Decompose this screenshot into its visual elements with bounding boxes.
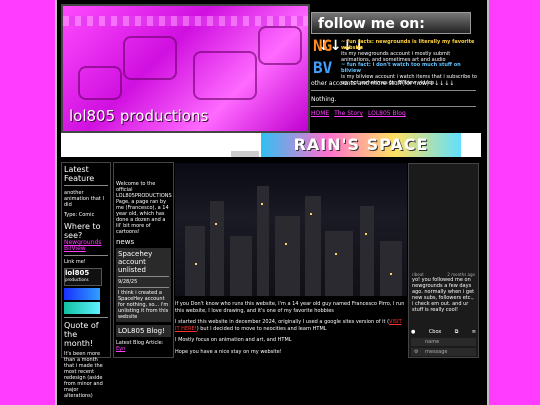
light	[310, 213, 312, 215]
chat-box: ribeat 2 months ago yo! you followed me …	[408, 163, 479, 358]
chat-text: yo! you followed me on newgrounds a few …	[412, 277, 475, 313]
light	[335, 253, 337, 255]
building	[305, 196, 321, 296]
site-button[interactable]: lol805 productions	[64, 268, 102, 286]
intro-p3: I Mostly focus on animation and art, and…	[175, 337, 292, 343]
nav-link-home[interactable]: HOME	[311, 110, 329, 117]
latest-feature-title: Latest Feature	[64, 165, 95, 183]
welcome-text: Welcome to the official LOL805PRODUCTION…	[116, 181, 172, 235]
banner-deco	[258, 26, 302, 65]
newgrounds-fact-title: ~ fun facts: newgrounds is literally my …	[341, 39, 475, 51]
message-field[interactable]: ⚙ message	[411, 348, 476, 356]
blog-card[interactable]: LOL805 Blog!	[116, 325, 171, 337]
name-field[interactable]: name	[411, 338, 476, 346]
cbox-label: Cbox	[428, 328, 442, 335]
light	[195, 263, 197, 265]
nothing-text: Nothing.	[311, 96, 337, 103]
blog-title: LOL805 Blog!	[118, 327, 165, 335]
divider	[64, 255, 108, 256]
follow-title: follow me on: ↓↓↓↓	[311, 12, 471, 54]
building	[360, 206, 374, 296]
banner-deco	[78, 66, 122, 100]
latest-blog: Latest Blog Article: Eyn	[116, 340, 171, 352]
quote-text: It's been more than a month that i made …	[64, 351, 103, 399]
page-container: lol805 productions follow me on: ↓↓↓↓ NG…	[55, 0, 489, 405]
rains-space-ad[interactable]: RAIN'S SPACE	[261, 133, 461, 157]
banner-deco	[123, 36, 177, 80]
banner-deco	[193, 51, 257, 100]
building	[325, 231, 353, 296]
building	[230, 236, 252, 296]
type-text: Type: Comic	[64, 212, 95, 218]
intro-p4: Hope you have a nice stay on my website!	[175, 348, 282, 355]
city-photo	[175, 163, 407, 296]
intro-p2-b: ) but I decided to move to neocities and…	[196, 325, 327, 332]
intro-p2-a: I started this website in december 2024,…	[175, 319, 390, 325]
bilview-link[interactable]: BilView	[64, 246, 108, 252]
building	[210, 201, 224, 296]
newgrounds-badge[interactable]: NG	[313, 36, 332, 55]
ad-bar: RAIN'S SPACE	[61, 133, 481, 157]
news-date: 9/28/25	[118, 279, 138, 285]
newgrounds-fact: ~ fun facts: newgrounds is literally my …	[341, 39, 481, 63]
site-banner: lol805 productions	[61, 4, 310, 133]
bilview-fact-title: ~ fun fact: i don't watch too much stuff…	[341, 62, 461, 74]
news-title: news	[116, 238, 135, 246]
menu-icon[interactable]: ≡	[472, 329, 476, 335]
nav-links: HOME The Story LOL805 Blog	[311, 110, 409, 117]
ad-placeholder	[231, 151, 259, 157]
link-me-text: Link me!	[64, 259, 86, 265]
name-placeholder: name	[425, 339, 440, 345]
user-icon[interactable]: ●	[411, 329, 415, 335]
news-card: Spacehey account unlisted 9/28/25 I thin…	[116, 248, 171, 322]
chat-scroll-area[interactable]	[409, 164, 478, 272]
divider	[311, 106, 476, 107]
gear-icon[interactable]: ⚙	[414, 348, 418, 356]
news-item-title: Spacehey account unlisted	[118, 250, 153, 274]
light	[261, 203, 263, 205]
quote-title: Quote of the month!	[64, 321, 99, 348]
other-accounts-text: other accounts and more stuff(for now)↓↓…	[311, 80, 455, 87]
chat-message: ribeat 2 months ago yo! you followed me …	[409, 272, 478, 313]
banner-title: lol805 productions	[69, 107, 209, 125]
bilview-badge[interactable]: BV	[313, 58, 332, 77]
popout-icon[interactable]: ⧉	[455, 329, 459, 335]
light	[215, 223, 217, 225]
nav-link-story[interactable]: The Story	[334, 110, 363, 117]
building	[380, 241, 402, 296]
divider	[311, 90, 476, 91]
left-column: Latest Feature another animation that I …	[61, 162, 111, 399]
building	[275, 216, 300, 296]
divider	[118, 276, 169, 277]
latest-blog-link[interactable]: Eyn	[116, 346, 125, 352]
divider	[64, 317, 108, 318]
building	[185, 226, 205, 296]
intro-p1: If you Don't know who runs this website,…	[175, 301, 405, 314]
intro-text: If you Don't know who runs this website,…	[175, 301, 407, 355]
middle-column: Welcome to the official LOL805PRODUCTION…	[113, 162, 174, 358]
building	[257, 186, 269, 296]
site-button-sub: productions	[65, 277, 89, 282]
light	[285, 243, 287, 245]
intro-p2: I started this website in december 2024,…	[175, 319, 407, 332]
light	[390, 273, 392, 275]
nav-link-blog[interactable]: LOL805 Blog	[368, 110, 406, 117]
light	[365, 233, 367, 235]
latest-feature-text: another animation that I did	[64, 190, 104, 208]
blue-button[interactable]	[64, 288, 100, 300]
cyan-button[interactable]	[64, 302, 100, 314]
banner-stripe	[63, 16, 308, 26]
follow-title-text: follow me on:	[318, 16, 425, 32]
where-title: Where to see?	[64, 222, 101, 240]
divider	[64, 185, 108, 186]
divider	[118, 287, 169, 288]
news-body: I think i created a SpaceHey account for…	[118, 290, 169, 320]
chat-toolbar: ● Cbox ⧉ ≡	[411, 327, 476, 336]
message-placeholder: message	[425, 349, 448, 355]
site-button-title: lol805	[65, 269, 90, 277]
